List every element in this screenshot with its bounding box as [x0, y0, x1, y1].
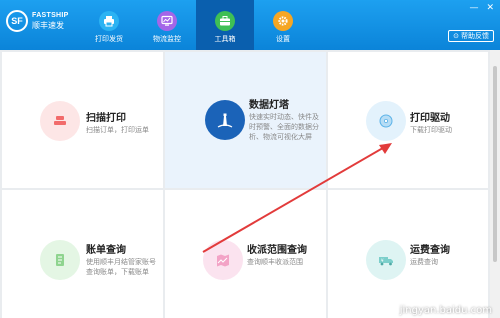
gear-icon — [273, 11, 293, 31]
nav-label: 物流监控 — [153, 35, 181, 43]
card-title: 账单查询 — [86, 245, 126, 256]
card-desc: 下载打印驱动 — [410, 126, 452, 134]
help-feedback-label: 帮助反馈 — [461, 32, 489, 40]
nav-label: 打印发货 — [95, 35, 123, 43]
card-bill-query[interactable]: 账单查询 使用顺丰月结管家账号 查询账单，下载账单 — [2, 190, 163, 318]
nav-label: 工具箱 — [214, 35, 236, 43]
nav-print-ship[interactable]: 打印发货 — [80, 0, 138, 50]
lighthouse-icon — [205, 100, 245, 140]
card-desc: 扫描订单，打印运单 — [86, 126, 149, 134]
monitor-icon — [157, 11, 177, 31]
card-desc-line-1: 快速实时动态、快件及 — [249, 113, 319, 121]
truck-icon: ¥ — [366, 240, 406, 280]
card-desc: 查询顺丰收派范围 — [247, 258, 303, 266]
help-icon: ⊙ — [453, 32, 459, 40]
close-button[interactable]: ✕ — [486, 3, 494, 13]
vertical-scrollbar[interactable] — [490, 50, 500, 318]
card-title: 数据灯塔 — [249, 100, 289, 111]
card-desc-line-2: 时预警、全面的数据分 — [249, 123, 319, 131]
card-title: 扫描打印 — [86, 113, 126, 124]
card-desc-line-2: 查询账单，下载账单 — [86, 268, 149, 276]
brand-name-cn: 顺丰速发 — [32, 21, 64, 30]
nav-settings[interactable]: 设置 — [254, 0, 312, 50]
window-controls: — ✕ — [469, 3, 494, 13]
card-desc: 运费查询 — [410, 258, 438, 266]
card-title: 收派范围查询 — [247, 245, 307, 256]
card-desc-line-1: 使用顺丰月结管家账号 — [86, 258, 156, 266]
card-print-driver[interactable]: 打印驱动 下载打印驱动 — [328, 52, 488, 188]
card-range-query[interactable]: 收派范围查询 查询顺丰收派范围 — [165, 190, 326, 318]
card-title: 打印驱动 — [410, 113, 450, 124]
nav-logistics-monitor[interactable]: 物流监控 — [138, 0, 196, 50]
scan-print-icon — [40, 101, 80, 141]
scrollbar-thumb[interactable] — [493, 66, 497, 262]
top-bar: SF FASTSHIP 顺丰速发 打印发货 物流监控 工具箱 设置 — ✕ ⊙ … — [0, 0, 500, 50]
card-data-tower[interactable]: 数据灯塔 快速实时动态、快件及 时预警、全面的数据分 析、物流可视化大屏 — [165, 52, 326, 188]
map-icon — [203, 240, 243, 280]
watermark: jingyan.baidu.com — [399, 305, 492, 316]
nav-label: 设置 — [276, 35, 290, 43]
main-nav: 打印发货 物流监控 工具箱 设置 — [80, 0, 312, 50]
bill-icon — [40, 240, 80, 280]
toolbox-grid: 扫描打印 扫描订单，打印运单 数据灯塔 快速实时动态、快件及 时预警、全面的数据… — [0, 50, 490, 318]
disc-icon — [366, 101, 406, 141]
sf-logo: SF — [6, 10, 28, 32]
brand-name-en: FASTSHIP — [32, 12, 69, 19]
help-feedback-button[interactable]: ⊙ 帮助反馈 — [448, 30, 494, 42]
minimize-button[interactable]: — — [469, 3, 478, 13]
card-title: 运费查询 — [410, 245, 450, 256]
card-desc-line-3: 析、物流可视化大屏 — [249, 133, 312, 141]
card-scan-print[interactable]: 扫描打印 扫描订单，打印运单 — [2, 52, 163, 188]
card-freight-query[interactable]: ¥ 运费查询 运费查询 — [328, 190, 488, 318]
nav-toolbox[interactable]: 工具箱 — [196, 0, 254, 50]
toolbox-icon — [215, 11, 235, 31]
brand: SF FASTSHIP 顺丰速发 — [6, 10, 69, 32]
printer-icon — [99, 11, 119, 31]
